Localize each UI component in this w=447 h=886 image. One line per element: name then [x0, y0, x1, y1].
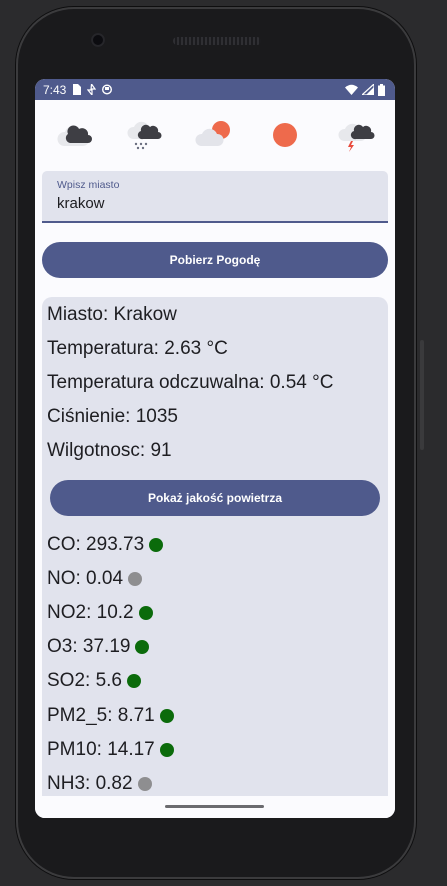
air-quality-value: CO: 293.73	[47, 534, 145, 555]
sim-card-icon	[73, 84, 82, 95]
status-dot	[159, 743, 174, 757]
temperature-text: Temperatura: 2.63 °C	[47, 338, 228, 359]
status-dot	[135, 640, 150, 654]
air-quality-value: SO2: 5.6	[47, 670, 122, 691]
air-quality-item: NH3: 0.82	[47, 773, 152, 795]
thunderstorm-icon	[335, 114, 377, 156]
city-input[interactable]: Wpisz miasto krakow	[42, 171, 388, 223]
city-input-label: Wpisz miasto	[57, 179, 120, 191]
shield-icon	[102, 84, 113, 95]
air-quality-item: SO2: 5.6	[47, 670, 141, 692]
air-quality-item: NO: 0.04	[47, 568, 143, 590]
pressure-text: Ciśnienie: 1035	[47, 406, 178, 427]
gesture-nav-bar	[35, 796, 395, 818]
status-dot	[137, 777, 152, 791]
signal-icon	[362, 84, 374, 95]
air-quality-item: O3: 37.19	[47, 636, 150, 658]
air-quality-item: PM10: 14.17	[47, 739, 174, 761]
status-dot	[159, 709, 174, 723]
weather-card: Miasto: Krakow Temperatura: 2.63 °C Temp…	[42, 297, 388, 818]
power-button	[420, 340, 424, 450]
cloud-rain-icon	[53, 114, 95, 156]
air-quality-item: PM2_5: 8.71	[47, 705, 174, 727]
status-dot	[149, 538, 164, 552]
weather-icons-row	[35, 100, 395, 170]
status-dot	[138, 606, 153, 620]
air-quality-value: NH3: 0.82	[47, 773, 133, 794]
feels-like-text: Temperatura odczuwalna: 0.54 °C	[47, 372, 334, 393]
air-quality-value: PM2_5: 8.71	[47, 705, 155, 726]
air-quality-value: NO2: 10.2	[47, 602, 134, 623]
air-quality-button[interactable]: Pokaż jakość powietrza	[50, 480, 380, 516]
cloud-snow-icon	[124, 114, 166, 156]
earpiece-speaker	[173, 37, 261, 45]
data-saver-icon	[87, 84, 97, 95]
air-quality-item: CO: 293.73	[47, 534, 164, 556]
air-quality-value: O3: 37.19	[47, 636, 131, 657]
front-camera	[91, 33, 105, 47]
cloud-sun-icon	[194, 114, 236, 156]
city-input-value[interactable]: krakow	[57, 195, 105, 212]
fetch-weather-button[interactable]: Pobierz Pogodę	[42, 242, 388, 278]
status-dot	[127, 674, 141, 688]
city-text: Miasto: Krakow	[47, 304, 177, 325]
air-quality-value: PM10: 14.17	[47, 739, 155, 760]
status-bar: 7:43	[35, 79, 395, 100]
status-dot	[128, 572, 143, 586]
air-quality-item: NO2: 10.2	[47, 602, 153, 624]
status-time: 7:43	[43, 82, 67, 97]
app-screen: 7:43 Wpisz miasto krakow Pobierz Pogodę …	[35, 79, 395, 818]
air-quality-value: NO: 0.04	[47, 568, 124, 589]
battery-icon	[378, 83, 385, 96]
wifi-icon	[345, 84, 358, 95]
home-handle[interactable]	[165, 805, 264, 808]
sun-icon	[264, 114, 306, 156]
humidity-text: Wilgotnosc: 91	[47, 440, 172, 461]
